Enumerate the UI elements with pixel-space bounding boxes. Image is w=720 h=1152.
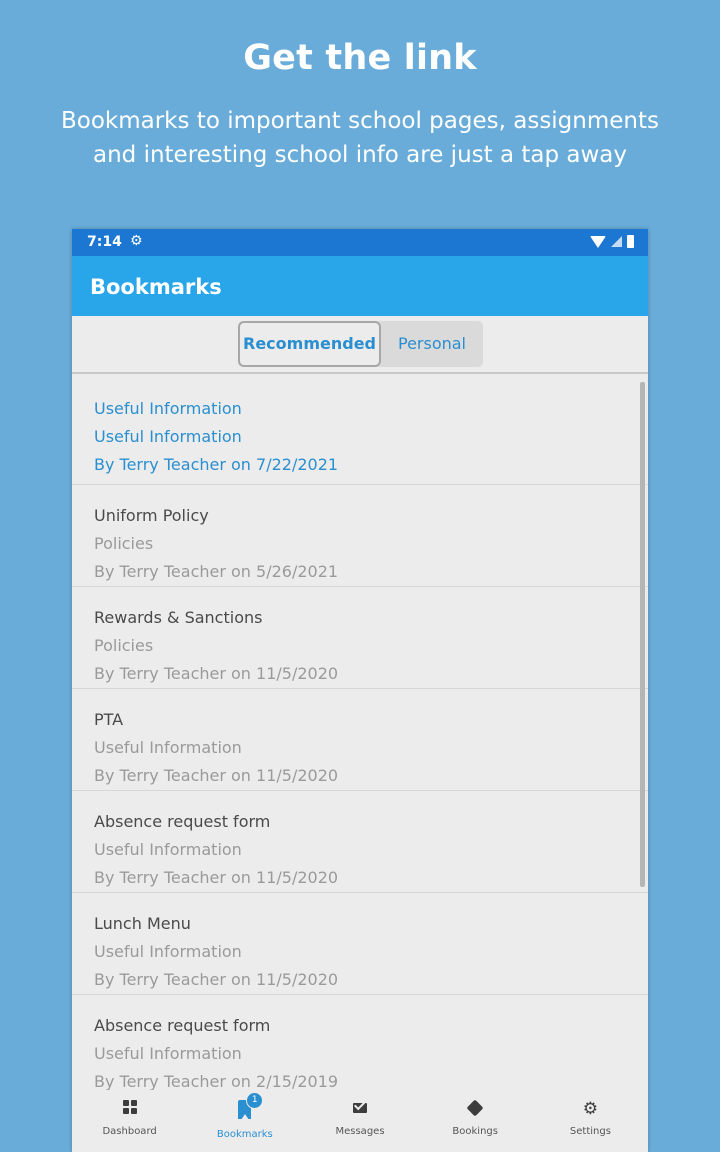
- list-item[interactable]: Useful Information Useful Information By…: [72, 376, 648, 485]
- bookmark-category: Policies: [94, 636, 154, 655]
- segment-area: Recommended Personal: [72, 316, 648, 374]
- bookmark-icon: 1: [238, 1092, 264, 1120]
- bookmark-byline: By Terry Teacher on 11/5/2020: [94, 868, 339, 887]
- bookmark-byline: By Terry Teacher on 11/5/2020: [94, 766, 339, 785]
- battery-icon: [627, 235, 634, 248]
- bookmark-byline: By Terry Teacher on 2/15/2019: [94, 1072, 339, 1090]
- bookmark-title: PTA: [94, 710, 124, 729]
- bookmark-category: Useful Information: [94, 840, 242, 859]
- page-title: Bookmarks: [90, 275, 222, 299]
- nav-bookings[interactable]: Bookings: [418, 1090, 533, 1152]
- gear-icon: ⚙: [130, 233, 143, 249]
- bookmark-title: Absence request form: [94, 1016, 271, 1035]
- notification-badge: 1: [246, 1092, 264, 1109]
- wifi-icon: [590, 235, 606, 248]
- bookmark-title: Uniform Policy: [94, 506, 209, 525]
- dashboard-grid-icon: [122, 1100, 137, 1114]
- list-item[interactable]: Absence request form Useful Information …: [72, 791, 648, 893]
- bookmark-byline: By Terry Teacher on 7/22/2021: [94, 455, 339, 474]
- bookmark-category: Useful Information: [94, 942, 242, 961]
- nav-label: Dashboard: [102, 1126, 157, 1137]
- cell-signal-icon: [611, 236, 622, 247]
- segmented-control: Recommended Personal: [238, 321, 483, 367]
- bookmark-byline: By Terry Teacher on 5/26/2021: [94, 562, 339, 581]
- nav-label: Bookmarks: [216, 1129, 273, 1140]
- phone-screen: 7:14 ⚙ Bookmarks Recommended Personal Us…: [72, 229, 648, 1152]
- list-item[interactable]: Lunch Menu Useful Information By Terry T…: [72, 893, 648, 995]
- bookmark-category: Useful Information: [94, 427, 242, 446]
- bookmark-byline: By Terry Teacher on 11/5/2020: [94, 664, 339, 683]
- nav-settings[interactable]: ⚙ Settings: [533, 1090, 648, 1152]
- app-bar: Bookmarks: [72, 256, 648, 316]
- status-icons: [590, 235, 634, 248]
- tab-personal[interactable]: Personal: [381, 321, 483, 367]
- promo-title: Get the link: [243, 38, 477, 78]
- bookmark-title: Rewards & Sanctions: [94, 608, 263, 627]
- gear-icon: ⚙: [582, 1099, 599, 1119]
- status-bar: 7:14 ⚙: [72, 229, 648, 256]
- promo-subtitle: Bookmarks to important school pages, ass…: [60, 108, 659, 168]
- nav-label: Messages: [335, 1126, 385, 1137]
- list-scrollbar[interactable]: [640, 382, 645, 887]
- bookmark-category: Useful Information: [94, 1044, 242, 1063]
- nav-bookmarks[interactable]: 1 Bookmarks: [187, 1090, 302, 1152]
- list-item[interactable]: Rewards & Sanctions Policies By Terry Te…: [72, 587, 648, 689]
- bookmark-category: Policies: [94, 534, 154, 553]
- nav-label: Bookings: [452, 1126, 498, 1137]
- nav-dashboard[interactable]: Dashboard: [72, 1090, 187, 1152]
- list-item[interactable]: PTA Useful Information By Terry Teacher …: [72, 689, 648, 791]
- list-item[interactable]: Uniform Policy Policies By Terry Teacher…: [72, 485, 648, 587]
- bookmark-title: Absence request form: [94, 812, 271, 831]
- bookmark-list: Useful Information Useful Information By…: [72, 376, 648, 1090]
- envelope-icon: [353, 1103, 367, 1113]
- bookmark-title: Useful Information: [94, 399, 242, 418]
- bottom-nav: Dashboard 1 Bookmarks Messages Bookings …: [72, 1090, 648, 1152]
- status-time: 7:14: [87, 234, 122, 250]
- bookmark-category: Useful Information: [94, 738, 242, 757]
- list-item[interactable]: Absence request form Useful Information …: [72, 995, 648, 1090]
- ticket-icon: [466, 1099, 484, 1117]
- bookmark-title: Lunch Menu: [94, 914, 191, 933]
- bookmark-byline: By Terry Teacher on 11/5/2020: [94, 970, 339, 989]
- tab-recommended[interactable]: Recommended: [238, 321, 381, 367]
- nav-label: Settings: [569, 1126, 611, 1137]
- nav-messages[interactable]: Messages: [302, 1090, 417, 1152]
